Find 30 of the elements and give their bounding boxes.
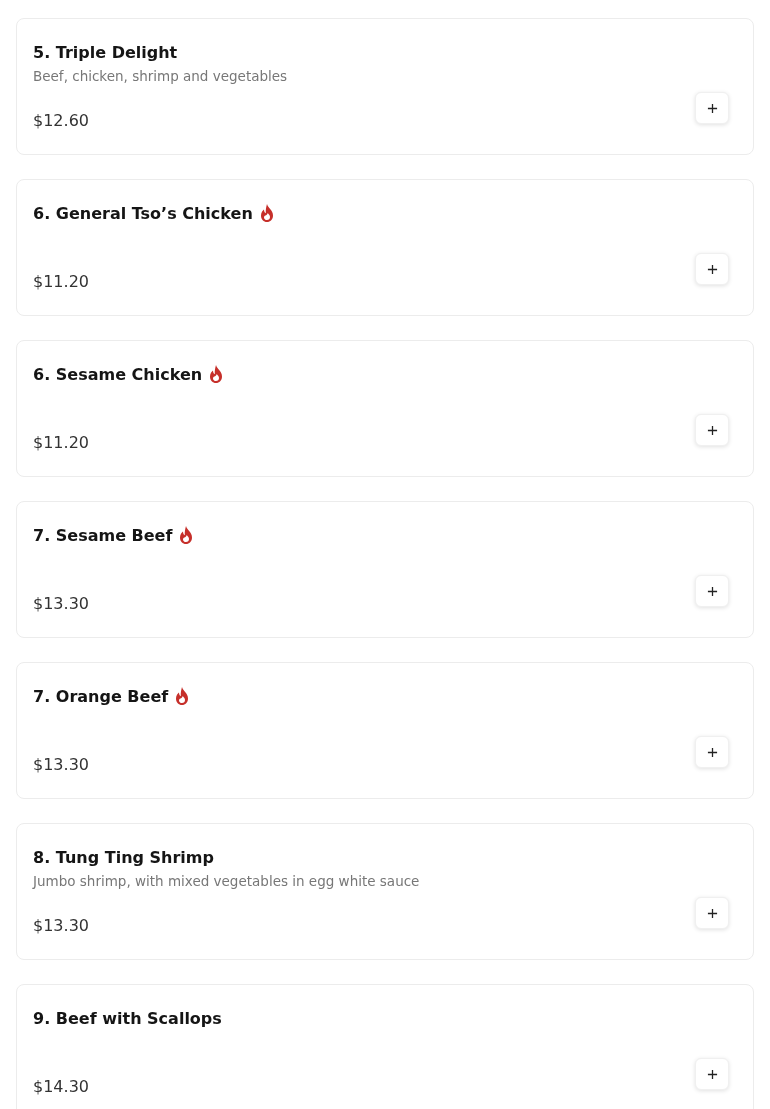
plus-icon xyxy=(706,746,718,758)
item-name: 6. General Tso’s Chicken xyxy=(33,203,253,223)
plus-icon xyxy=(706,102,718,114)
plus-icon xyxy=(706,585,718,597)
plus-icon xyxy=(706,263,718,275)
item-description: Beef, chicken, shrimp and vegetables xyxy=(33,67,289,86)
item-name: 8. Tung Ting Shrimp xyxy=(33,847,214,867)
item-price: $13.30 xyxy=(33,755,89,775)
plus-icon xyxy=(706,907,718,919)
add-button[interactable] xyxy=(695,253,729,285)
add-button[interactable] xyxy=(695,1058,729,1090)
item-price: $12.60 xyxy=(33,111,89,131)
item-name: 7. Orange Beef xyxy=(33,686,169,706)
add-button[interactable] xyxy=(695,575,729,607)
item-name: 9. Beef with Scallops xyxy=(33,1008,222,1028)
item-price: $11.20 xyxy=(33,272,89,292)
add-button[interactable] xyxy=(695,414,729,446)
add-button[interactable] xyxy=(695,92,729,124)
add-button[interactable] xyxy=(695,736,729,768)
add-button[interactable] xyxy=(695,897,729,929)
plus-icon xyxy=(706,1068,718,1080)
item-price: $14.30 xyxy=(33,1077,89,1097)
item-description: Jumbo shrimp, with mixed vegetables in egg white sauce xyxy=(33,872,421,891)
item-name: 7. Sesame Beef xyxy=(33,525,173,545)
item-name: 6. Sesame Chicken xyxy=(33,364,203,384)
item-name: 5. Triple Delight xyxy=(33,42,178,62)
item-price: $11.20 xyxy=(33,433,89,453)
plus-icon xyxy=(706,424,718,436)
item-price: $13.30 xyxy=(33,916,89,936)
item-price: $13.30 xyxy=(33,594,89,614)
